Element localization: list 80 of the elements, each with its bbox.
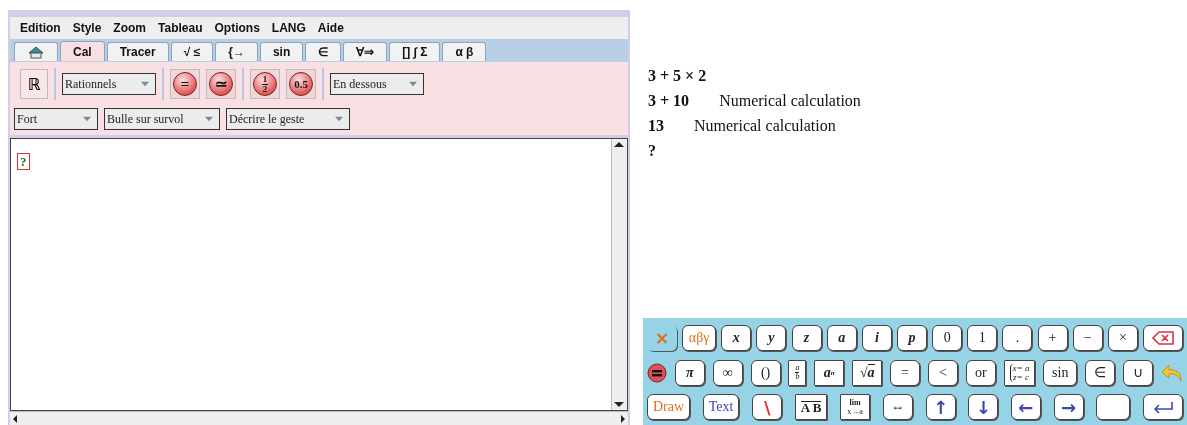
key[interactable]: =: [890, 359, 920, 386]
backspace-icon: [1151, 330, 1174, 345]
key[interactable]: ↓: [968, 394, 999, 421]
menu-item[interactable]: Style: [66, 21, 108, 35]
key[interactable]: \: [752, 394, 783, 421]
tab[interactable]: ∀⇒: [343, 42, 388, 61]
vector-key[interactable]: A B: [794, 394, 828, 421]
key[interactable]: ×: [1107, 324, 1138, 351]
key[interactable]: 0: [932, 324, 963, 351]
key[interactable]: ←: [1010, 394, 1041, 421]
menu-item[interactable]: Aide: [311, 21, 350, 35]
expression: 13: [648, 116, 664, 135]
tab[interactable]: α β: [442, 42, 487, 61]
dropdown-arrow-icon: [205, 116, 213, 122]
dropdown[interactable]: Bulle sur survol: [104, 108, 220, 130]
key[interactable]: or: [965, 359, 996, 386]
input-placeholder[interactable]: ?: [17, 153, 30, 170]
result-note: Numerical calculation: [719, 91, 861, 110]
key[interactable]: ∈: [1085, 359, 1116, 386]
home-tab[interactable]: [14, 42, 58, 61]
key[interactable]: a: [826, 324, 857, 351]
tab[interactable]: sin: [259, 42, 304, 61]
key[interactable]: ↑: [925, 394, 956, 421]
dropdown[interactable]: Rationnels: [62, 73, 156, 95]
key[interactable]: i: [861, 324, 892, 351]
tab[interactable]: Tracer: [106, 42, 169, 61]
tab[interactable]: Cal: [60, 41, 105, 61]
menu-item[interactable]: Edition: [14, 21, 67, 35]
enter-icon: [1151, 400, 1174, 415]
key[interactable]: Text: [702, 394, 740, 421]
dropdown[interactable]: Fort: [14, 108, 98, 130]
backspace-key[interactable]: [1142, 324, 1183, 351]
enter-key[interactable]: [1142, 394, 1183, 421]
key[interactable]: →: [1053, 394, 1084, 421]
expression: ?: [648, 141, 656, 160]
dropdown-arrow-icon: [141, 81, 149, 87]
fraction-button[interactable]: 1 2: [250, 69, 280, 99]
mode-button[interactable]: ≃: [206, 69, 236, 99]
home-icon: [27, 45, 45, 59]
key[interactable]: π: [674, 359, 705, 386]
system-key[interactable]: x= a z= c: [1003, 359, 1036, 386]
key[interactable]: +: [1037, 324, 1068, 351]
equals-button[interactable]: [647, 362, 667, 383]
menu-item[interactable]: Tableau: [152, 21, 209, 35]
blank-key[interactable]: [1096, 394, 1131, 421]
tab[interactable]: {→: [215, 42, 258, 61]
menu-item[interactable]: Zoom: [107, 21, 153, 35]
limit-key[interactable]: lim x→a: [840, 394, 871, 421]
key[interactable]: ⇔: [882, 394, 913, 421]
scroll-right-icon[interactable]: [618, 412, 628, 425]
dropdown[interactable]: Décrire le geste: [226, 108, 350, 130]
dropdown-arrow-icon: [83, 116, 91, 122]
key[interactable]: ∪: [1123, 359, 1153, 386]
menu-item[interactable]: Options: [208, 21, 266, 35]
tab[interactable]: [] ∫ Σ: [389, 42, 441, 61]
key[interactable]: (): [750, 359, 781, 386]
mode-button[interactable]: 0.5: [286, 69, 316, 99]
expression: 3 + 10: [648, 91, 690, 110]
key[interactable]: x: [721, 324, 752, 351]
key[interactable]: z: [791, 324, 822, 351]
key[interactable]: y: [756, 324, 787, 351]
tab[interactable]: ∈: [305, 42, 342, 61]
number-set-button[interactable]: ℝ: [20, 69, 48, 99]
result-note: Numerical calculation: [694, 116, 836, 135]
square-root-key[interactable]: √a: [852, 359, 883, 386]
key[interactable]: sin: [1043, 359, 1078, 386]
dropdown-arrow-icon: [335, 116, 343, 122]
key[interactable]: 1: [967, 324, 998, 351]
menu-item[interactable]: LANG: [265, 21, 312, 35]
key[interactable]: −: [1072, 324, 1103, 351]
dropdown-arrow-icon: [409, 81, 417, 87]
key[interactable]: p: [897, 324, 927, 351]
tab[interactable]: √ ≤: [170, 42, 214, 61]
mode-button[interactable]: =: [170, 69, 200, 99]
dropdown[interactable]: En dessous: [330, 73, 424, 95]
key[interactable]: .: [1002, 324, 1033, 351]
fraction-key[interactable]: a b: [788, 359, 807, 386]
key[interactable]: <: [927, 359, 958, 386]
key[interactable]: ∞: [712, 359, 743, 386]
expression: 3 + 5 × 2: [648, 66, 707, 85]
